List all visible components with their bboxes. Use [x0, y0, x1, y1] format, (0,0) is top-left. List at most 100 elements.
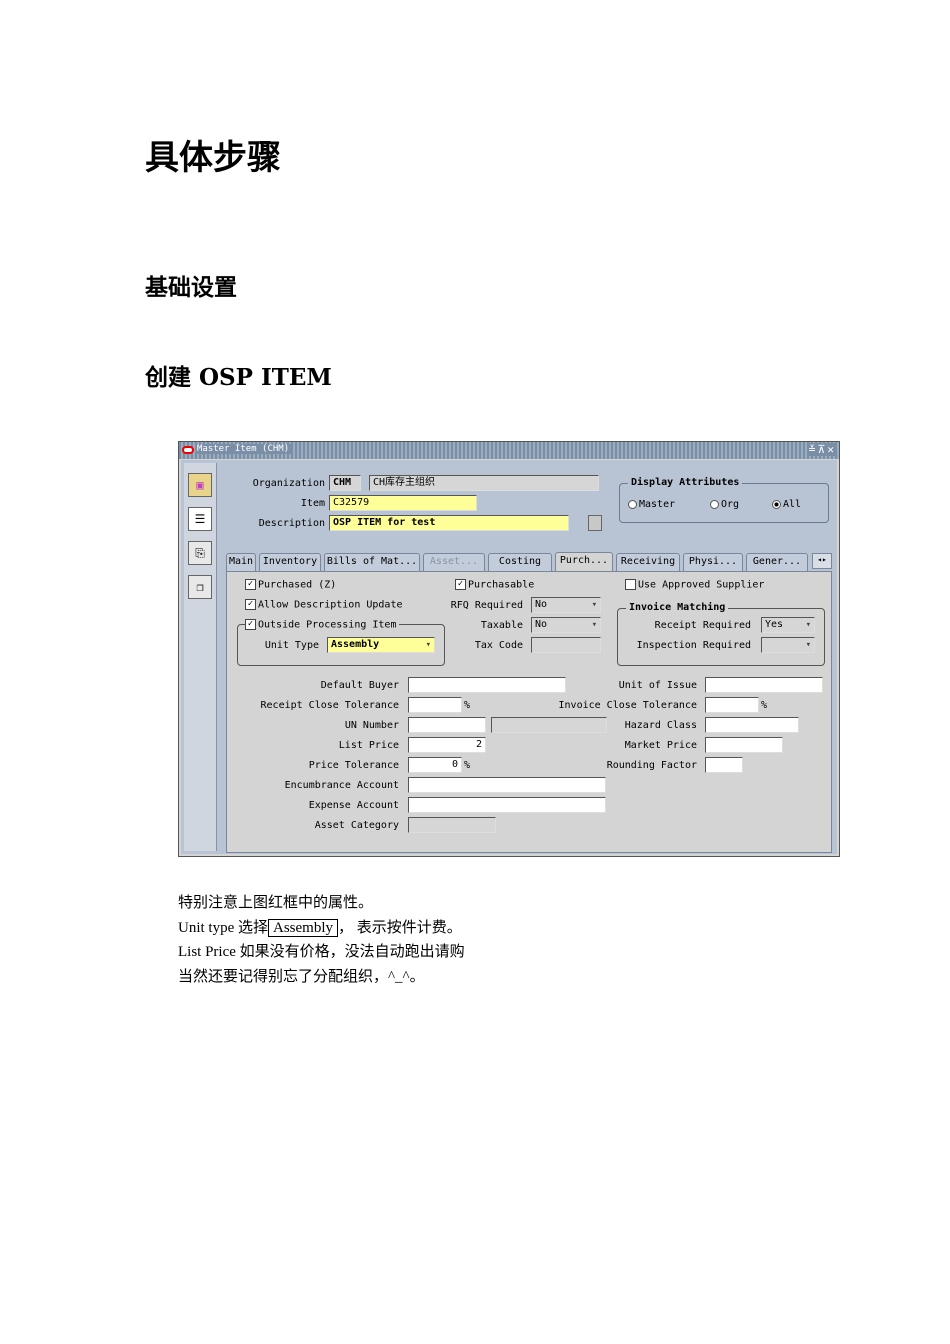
- invoice-matching-title: Invoice Matching: [626, 602, 729, 613]
- attachments-icon[interactable]: ⎘: [188, 541, 212, 565]
- item-field[interactable]: C32579: [329, 495, 477, 511]
- invoice-close-percent: %: [761, 700, 768, 711]
- default-buyer-label: Default Buyer: [320, 680, 399, 691]
- price-tolerance-label: Price Tolerance: [308, 760, 399, 771]
- receipt-close-tolerance-label: Receipt Close Tolerance: [260, 700, 399, 711]
- radio-master[interactable]: Master: [628, 499, 675, 510]
- display-attributes-title: Display Attributes: [628, 477, 743, 488]
- encumbrance-account-label: Encumbrance Account: [284, 780, 399, 791]
- description-label: Description: [258, 518, 325, 529]
- page-heading-2: 基础设置: [145, 274, 237, 301]
- left-toolbar: ▣ ☰ ⎘ ❐: [184, 463, 217, 851]
- invoice-close-tolerance-field[interactable]: [705, 697, 759, 713]
- un-number-label: UN Number: [344, 720, 399, 731]
- window-title: Master Item (CHM): [197, 444, 294, 454]
- item-label: Item: [300, 498, 325, 509]
- use-approved-supplier-checkbox[interactable]: Use Approved Supplier: [625, 579, 764, 591]
- tab-general[interactable]: Gener...: [746, 553, 808, 571]
- radio-org[interactable]: Org: [710, 499, 739, 510]
- rfq-required-label: RFQ Required: [450, 600, 523, 611]
- page-heading-1: 具体步骤: [145, 138, 281, 178]
- price-tolerance-field[interactable]: 0: [408, 757, 462, 773]
- tab-main[interactable]: Main: [226, 553, 256, 571]
- unit-type-select[interactable]: Assembly: [327, 637, 435, 653]
- note-line-4: 当然还要记得别忘了分配组织，^_^。: [178, 969, 425, 985]
- note-line-3: List Price 如果没有价格，没法自动跑出请购: [178, 944, 465, 960]
- checkmark-icon: ✓: [245, 619, 256, 630]
- inspection-required-label: Inspection Required: [636, 640, 751, 651]
- hazard-class-label: Hazard Class: [624, 720, 697, 731]
- encumbrance-account-field[interactable]: [408, 777, 606, 793]
- window-controls-icon[interactable]: ≚⊼✕: [808, 443, 836, 456]
- radio-dot-selected-icon: [772, 499, 781, 509]
- note-line-2: Unit type 选择 Assembly， 表示按件计费。: [178, 916, 462, 940]
- oracle-logo-icon: [182, 446, 194, 454]
- tab-purchasing[interactable]: Purch...: [555, 552, 613, 572]
- tab-physical[interactable]: Physi...: [683, 553, 743, 571]
- organization-name-field[interactable]: CH库存主组织: [369, 475, 599, 491]
- taxable-label: Taxable: [480, 620, 523, 631]
- tax-code-label: Tax Code: [474, 640, 523, 651]
- hazard-class-field[interactable]: [705, 717, 799, 733]
- tab-scroll-arrows-icon[interactable]: ◂▸: [812, 553, 832, 569]
- radio-dot-icon: [628, 499, 637, 509]
- radio-dot-icon: [710, 499, 719, 509]
- tab-bills-of-material[interactable]: Bills of Mat...: [324, 553, 420, 571]
- checkmark-icon: ✓: [455, 579, 466, 590]
- window-titlebar[interactable]: Master Item (CHM) ≚⊼✕: [179, 442, 839, 459]
- checkmark-icon: ✓: [245, 579, 256, 590]
- tab-receiving[interactable]: Receiving: [616, 553, 680, 571]
- checkmark-icon: ✓: [245, 599, 256, 610]
- allow-description-update-checkbox[interactable]: ✓ Allow Description Update: [245, 599, 403, 611]
- receipt-close-tolerance-field[interactable]: [408, 697, 462, 713]
- list-price-label: List Price: [338, 740, 399, 751]
- form-content: Organization CHM CH库存主组织 Item C32579 Des…: [221, 463, 835, 853]
- rounding-factor-label: Rounding Factor: [606, 760, 697, 771]
- unit-of-issue-label: Unit of Issue: [618, 680, 697, 691]
- market-price-field[interactable]: [705, 737, 783, 753]
- purchasing-panel: ✓ Purchased (Z) ✓ Allow Description Update…: [226, 571, 832, 853]
- expense-account-field[interactable]: [408, 797, 606, 813]
- tab-costing[interactable]: Costing: [488, 553, 552, 571]
- records-icon[interactable]: ❐: [188, 575, 212, 599]
- inspection-required-select[interactable]: [761, 637, 815, 653]
- organization-code-field[interactable]: CHM: [329, 475, 361, 491]
- invoice-close-tolerance-label: Invoice Close Tolerance: [558, 700, 697, 711]
- description-field[interactable]: OSP ITEM for test: [329, 515, 569, 531]
- list-price-field[interactable]: 2: [408, 737, 486, 753]
- unit-of-issue-field[interactable]: [705, 677, 823, 693]
- page-heading-3: 创建 OSP ITEM: [145, 364, 332, 391]
- note-assembly-box: Assembly: [268, 919, 338, 937]
- tab-strip: Main Inventory Bills of Mat... Asset... …: [226, 552, 832, 572]
- asset-category-label: Asset Category: [314, 820, 399, 831]
- unit-type-label: Unit Type: [264, 640, 319, 651]
- note-line-2-suffix: ， 表示按件计费。: [338, 920, 462, 936]
- master-item-window: Master Item (CHM) ≚⊼✕ ▣ ☰ ⎘ ❐ Organizati…: [178, 441, 840, 857]
- price-tolerance-percent: %: [464, 760, 471, 771]
- un-number-field[interactable]: [408, 717, 486, 733]
- outside-processing-checkbox[interactable]: ✓ Outside Processing Item: [245, 619, 400, 631]
- receipt-required-label: Receipt Required: [654, 620, 751, 631]
- note-line-1: 特别注意上图红框中的属性。: [178, 895, 374, 911]
- radio-all[interactable]: All: [772, 499, 801, 510]
- market-price-label: Market Price: [624, 740, 697, 751]
- organization-label: Organization: [252, 478, 325, 489]
- expense-account-label: Expense Account: [308, 800, 399, 811]
- display-attributes-group: Display Attributes Master Org All: [619, 477, 829, 523]
- taxable-select[interactable]: No: [531, 617, 601, 633]
- purchasable-checkbox[interactable]: ✓ Purchasable: [455, 579, 534, 591]
- rfq-required-select[interactable]: No: [531, 597, 601, 613]
- edit-text-button[interactable]: [588, 515, 602, 531]
- tax-code-field[interactable]: [531, 637, 601, 653]
- document-list-icon[interactable]: ☰: [188, 507, 212, 531]
- folder-icon[interactable]: ▣: [188, 473, 212, 497]
- purchased-checkbox[interactable]: ✓ Purchased (Z): [245, 579, 336, 591]
- checkbox-empty-icon: [625, 579, 636, 590]
- tab-asset[interactable]: Asset...: [423, 553, 485, 571]
- receipt-close-percent: %: [464, 700, 471, 711]
- receipt-required-select[interactable]: Yes: [761, 617, 815, 633]
- tab-inventory[interactable]: Inventory: [259, 553, 321, 571]
- asset-category-field[interactable]: [408, 817, 496, 833]
- rounding-factor-field[interactable]: [705, 757, 743, 773]
- note-line-2-prefix: Unit type 选择: [178, 920, 268, 936]
